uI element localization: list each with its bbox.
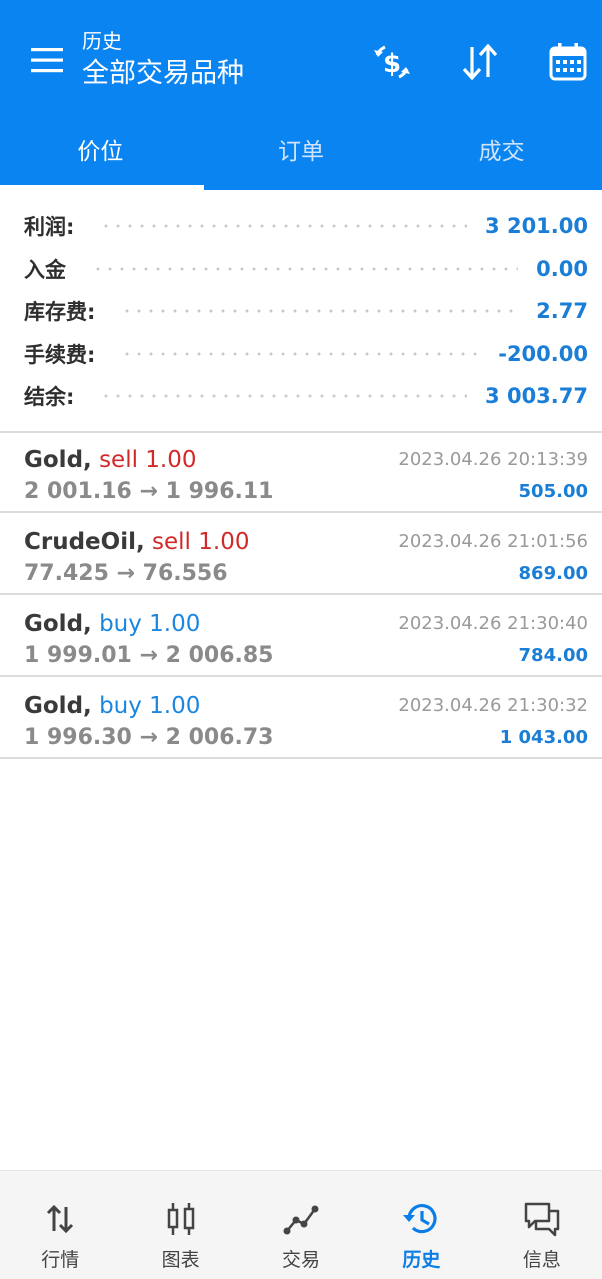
deal-time: 2023.04.26 20:13:39	[398, 449, 588, 470]
deal-header: Gold, buy 1.00	[24, 609, 200, 639]
quotes-icon	[47, 1204, 74, 1234]
nav-label: 行情	[41, 1249, 80, 1271]
menu-button[interactable]	[18, 30, 78, 90]
dotted-leader	[121, 309, 519, 314]
chart-icon	[167, 1203, 194, 1235]
page-title[interactable]: 全部交易品种	[82, 54, 244, 94]
summary-label: 结余:	[24, 385, 75, 410]
nav-label: 图表	[161, 1249, 200, 1271]
deal-symbol: Gold,	[24, 447, 92, 473]
summary-row-swap: 库存费: 2.77	[0, 290, 602, 333]
deal-row[interactable]: Gold, buy 1.00 1 996.30 → 2 006.73 2023.…	[0, 679, 602, 759]
deal-header: Gold, buy 1.00	[24, 691, 200, 721]
deal-time: 2023.04.26 21:01:56	[398, 531, 588, 552]
deal-side: buy 1.00	[99, 611, 201, 637]
summary-row-deposit: 入金 0.00	[0, 248, 602, 291]
deal-time: 2023.04.26 21:30:32	[398, 695, 588, 716]
summary-label: 入金	[24, 257, 66, 282]
svg-text:$: $	[383, 49, 401, 79]
dotted-leader	[92, 266, 519, 271]
tab-prices[interactable]: 价位	[0, 108, 201, 190]
history-summary: 利润: 3 201.00 入金 0.00 库存费: 2.77 手续费: -200…	[0, 205, 602, 418]
calendar-button[interactable]	[542, 36, 594, 88]
sort-button[interactable]	[454, 36, 506, 88]
nav-label: 信息	[522, 1249, 561, 1271]
summary-row-balance: 结余: 3 003.77	[0, 375, 602, 418]
deal-row[interactable]: Gold, sell 1.00 2 001.16 → 1 996.11 2023…	[0, 433, 602, 513]
deal-side: sell 1.00	[152, 529, 250, 555]
bottom-navigation: 行情 图表 交易 历史 信息	[0, 1170, 602, 1279]
deal-prices: 1 999.01 → 2 006.85	[24, 643, 274, 668]
deal-symbol: CrudeOil,	[24, 529, 145, 555]
deal-row[interactable]: Gold, buy 1.00 1 999.01 → 2 006.85 2023.…	[0, 597, 602, 677]
deal-profit: 784.00	[518, 645, 588, 666]
deal-header: CrudeOil, sell 1.00	[24, 527, 249, 557]
deal-side: buy 1.00	[99, 693, 201, 719]
tab-bar: 价位 订单 成交	[0, 108, 602, 190]
app-bar: 历史 全部交易品种 $	[0, 0, 602, 108]
nav-history[interactable]: 历史	[361, 1171, 481, 1279]
dotted-leader	[121, 351, 481, 356]
dotted-leader	[100, 394, 468, 399]
currency-exchange-button[interactable]: $	[366, 36, 418, 88]
deal-symbol: Gold,	[24, 693, 92, 719]
tab-deals[interactable]: 成交	[401, 108, 602, 190]
nav-chart[interactable]: 图表	[120, 1171, 240, 1279]
summary-value: 0.00	[536, 256, 588, 281]
summary-label: 库存费:	[24, 300, 96, 325]
nav-label: 交易	[282, 1249, 321, 1271]
deal-prices: 2 001.16 → 1 996.11	[24, 479, 274, 504]
calendar-icon	[549, 43, 587, 81]
sort-arrows-icon	[462, 43, 498, 81]
deal-row[interactable]: CrudeOil, sell 1.00 77.425 → 76.556 2023…	[0, 515, 602, 595]
active-tab-indicator	[0, 185, 204, 190]
deal-header: Gold, sell 1.00	[24, 445, 197, 475]
messages-icon	[524, 1202, 560, 1237]
summary-row-commission: 手续费: -200.00	[0, 333, 602, 376]
summary-label: 手续费:	[24, 342, 96, 367]
nav-messages[interactable]: 信息	[482, 1171, 602, 1279]
deal-prices: 77.425 → 76.556	[24, 561, 228, 586]
dotted-leader	[100, 224, 468, 229]
page-subtitle: 历史	[82, 29, 122, 53]
trade-icon	[283, 1205, 319, 1235]
deal-time: 2023.04.26 21:30:40	[398, 613, 588, 634]
summary-value: 3 201.00	[485, 214, 588, 239]
deal-profit: 869.00	[518, 563, 588, 584]
deal-profit: 1 043.00	[499, 727, 588, 748]
deal-side: sell 1.00	[99, 447, 197, 473]
tab-orders[interactable]: 订单	[201, 108, 402, 190]
summary-value: 2.77	[536, 299, 588, 324]
summary-value: -200.00	[498, 341, 588, 366]
hamburger-menu-icon	[31, 48, 63, 73]
nav-label: 历史	[402, 1249, 441, 1271]
nav-quotes[interactable]: 行情	[0, 1171, 120, 1279]
currency-exchange-icon: $	[374, 45, 410, 79]
history-icon	[403, 1204, 438, 1234]
summary-label: 利润:	[24, 215, 75, 240]
deal-symbol: Gold,	[24, 611, 92, 637]
summary-value: 3 003.77	[485, 384, 588, 409]
nav-trade[interactable]: 交易	[241, 1171, 361, 1279]
summary-row-profit: 利润: 3 201.00	[0, 205, 602, 248]
deal-prices: 1 996.30 → 2 006.73	[24, 725, 274, 750]
deal-profit: 505.00	[518, 481, 588, 502]
title-block: 历史 全部交易品种	[82, 28, 244, 94]
